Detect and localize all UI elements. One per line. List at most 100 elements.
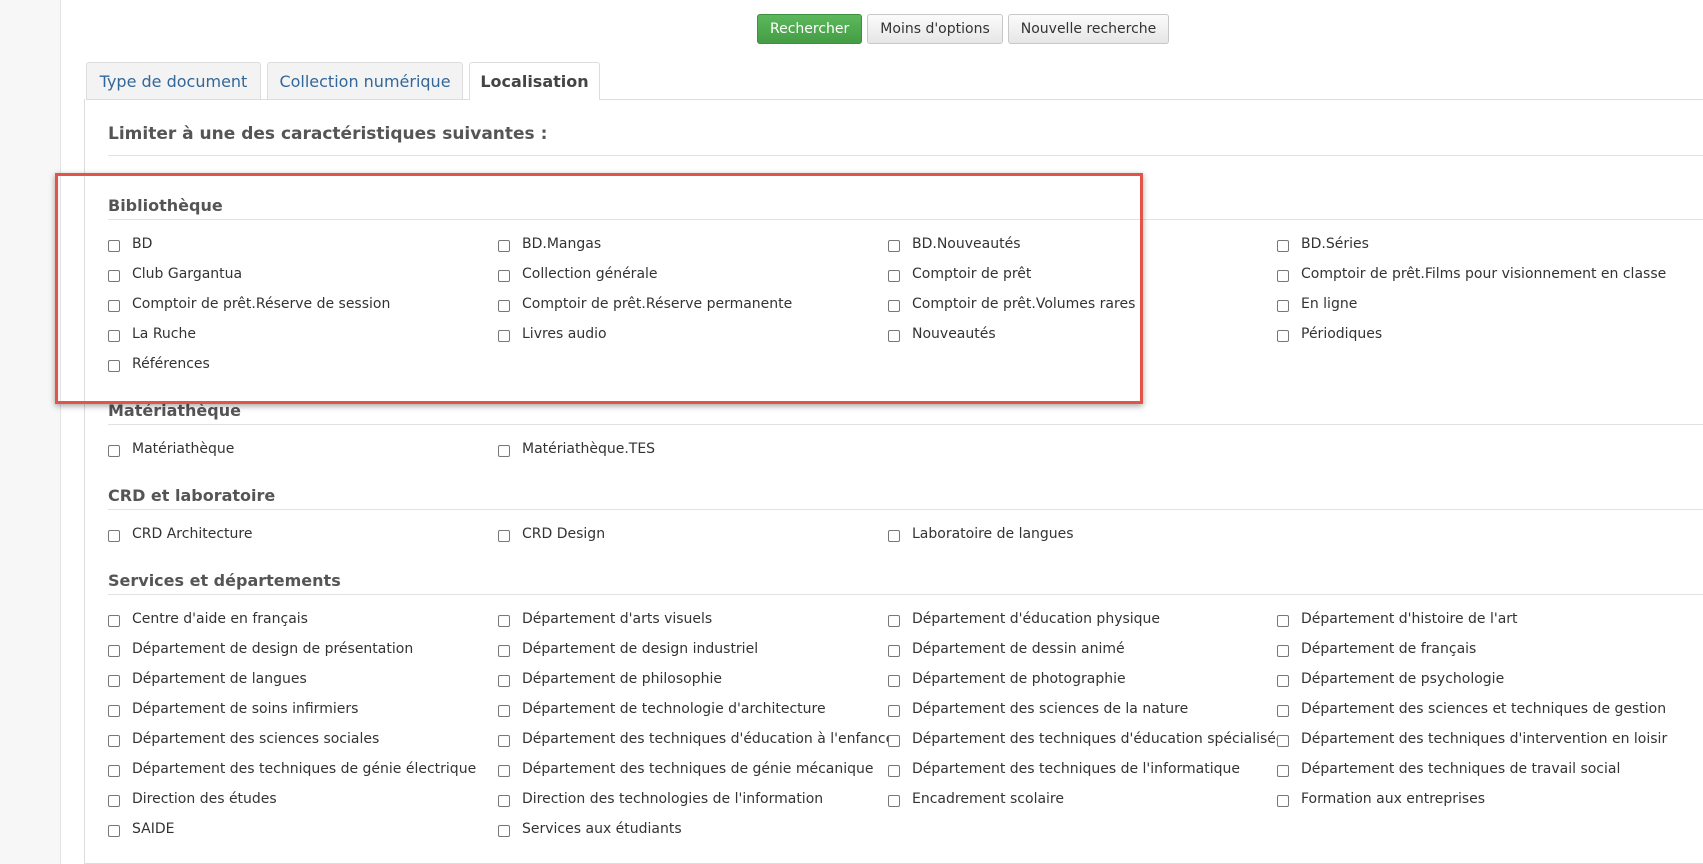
location-checkbox[interactable] — [1277, 269, 1289, 282]
location-option[interactable]: La Ruche — [108, 319, 196, 349]
location-option[interactable]: Département de psychologie — [1277, 664, 1504, 694]
location-checkbox[interactable] — [108, 734, 120, 747]
location-option[interactable]: Département de technologie d'architectur… — [498, 694, 826, 724]
location-checkbox[interactable] — [1277, 764, 1289, 777]
location-checkbox[interactable] — [1277, 644, 1289, 657]
location-option[interactable]: Département de langues — [108, 664, 307, 694]
location-checkbox[interactable] — [888, 644, 900, 657]
location-checkbox[interactable] — [108, 824, 120, 837]
location-checkbox[interactable] — [108, 359, 120, 372]
location-option[interactable]: Département de philosophie — [498, 664, 722, 694]
location-checkbox[interactable] — [108, 704, 120, 717]
location-option[interactable]: BD.Nouveautés — [888, 229, 1021, 259]
location-option[interactable]: Département de photographie — [888, 664, 1126, 694]
location-option[interactable]: Matériathèque — [108, 434, 234, 464]
location-checkbox[interactable] — [1277, 299, 1289, 312]
location-option[interactable]: Département des techniques de l'informat… — [888, 754, 1240, 784]
location-option[interactable]: SAIDE — [108, 814, 174, 844]
location-checkbox[interactable] — [888, 734, 900, 747]
location-checkbox[interactable] — [1277, 794, 1289, 807]
location-checkbox[interactable] — [498, 644, 510, 657]
location-checkbox[interactable] — [108, 444, 120, 457]
location-checkbox[interactable] — [1277, 674, 1289, 687]
location-checkbox[interactable] — [498, 529, 510, 542]
location-option[interactable]: Département des techniques d'éducation s… — [888, 724, 1285, 754]
search-button[interactable]: Rechercher — [757, 14, 863, 44]
location-option[interactable]: Laboratoire de langues — [888, 519, 1074, 549]
location-option[interactable]: Collection générale — [498, 259, 658, 289]
location-checkbox[interactable] — [108, 529, 120, 542]
location-option[interactable]: Encadrement scolaire — [888, 784, 1064, 814]
tab-digital-collection[interactable]: Collection numérique — [267, 62, 463, 99]
location-checkbox[interactable] — [108, 299, 120, 312]
location-checkbox[interactable] — [108, 239, 120, 252]
location-checkbox[interactable] — [888, 704, 900, 717]
location-option[interactable]: En ligne — [1277, 289, 1357, 319]
location-option[interactable]: BD.Mangas — [498, 229, 601, 259]
location-option[interactable]: Services aux étudiants — [498, 814, 682, 844]
location-checkbox[interactable] — [498, 269, 510, 282]
location-option[interactable]: Nouveautés — [888, 319, 996, 349]
location-option[interactable]: BD.Séries — [1277, 229, 1369, 259]
location-checkbox[interactable] — [1277, 329, 1289, 342]
tab-location[interactable]: Localisation — [469, 62, 600, 100]
location-checkbox[interactable] — [108, 329, 120, 342]
location-option[interactable]: Département de design de présentation — [108, 634, 413, 664]
location-checkbox[interactable] — [888, 329, 900, 342]
location-checkbox[interactable] — [498, 764, 510, 777]
location-option[interactable]: Département d'histoire de l'art — [1277, 604, 1518, 634]
location-option[interactable]: BD — [108, 229, 152, 259]
location-checkbox[interactable] — [1277, 614, 1289, 627]
location-option[interactable]: Département des techniques de travail so… — [1277, 754, 1620, 784]
fewer-options-button[interactable]: Moins d'options — [867, 14, 1003, 44]
location-option[interactable]: Département de design industriel — [498, 634, 758, 664]
location-checkbox[interactable] — [888, 614, 900, 627]
location-option[interactable]: Direction des études — [108, 784, 277, 814]
new-search-button[interactable]: Nouvelle recherche — [1007, 14, 1170, 44]
location-checkbox[interactable] — [498, 824, 510, 837]
location-checkbox[interactable] — [108, 269, 120, 282]
location-option[interactable]: Département des techniques d'éducation à… — [498, 724, 894, 754]
location-option[interactable]: Matériathèque.TES — [498, 434, 655, 464]
location-checkbox[interactable] — [498, 444, 510, 457]
location-checkbox[interactable] — [498, 734, 510, 747]
location-option[interactable]: Références — [108, 349, 210, 379]
location-option[interactable]: CRD Architecture — [108, 519, 252, 549]
location-option[interactable]: CRD Design — [498, 519, 605, 549]
location-checkbox[interactable] — [888, 299, 900, 312]
location-option[interactable]: Département des sciences sociales — [108, 724, 379, 754]
location-checkbox[interactable] — [888, 794, 900, 807]
location-checkbox[interactable] — [498, 239, 510, 252]
location-option[interactable]: Département des techniques de génie méca… — [498, 754, 874, 784]
location-checkbox[interactable] — [1277, 704, 1289, 717]
location-option[interactable]: Département d'arts visuels — [498, 604, 712, 634]
location-checkbox[interactable] — [108, 614, 120, 627]
location-checkbox[interactable] — [1277, 239, 1289, 252]
location-checkbox[interactable] — [108, 794, 120, 807]
location-option[interactable]: Comptoir de prêt.Réserve de session — [108, 289, 390, 319]
location-checkbox[interactable] — [888, 674, 900, 687]
location-checkbox[interactable] — [498, 329, 510, 342]
location-option[interactable]: Comptoir de prêt.Volumes rares — [888, 289, 1135, 319]
location-option[interactable]: Département des sciences et techniques d… — [1277, 694, 1666, 724]
location-checkbox[interactable] — [498, 704, 510, 717]
location-option[interactable]: Périodiques — [1277, 319, 1382, 349]
location-option[interactable]: Centre d'aide en français — [108, 604, 308, 634]
location-option[interactable]: Livres audio — [498, 319, 607, 349]
location-checkbox[interactable] — [888, 529, 900, 542]
location-checkbox[interactable] — [498, 794, 510, 807]
location-option[interactable]: Département de français — [1277, 634, 1476, 664]
location-checkbox[interactable] — [108, 764, 120, 777]
location-checkbox[interactable] — [888, 764, 900, 777]
location-checkbox[interactable] — [498, 299, 510, 312]
location-option[interactable]: Département des techniques d'interventio… — [1277, 724, 1667, 754]
location-option[interactable]: Club Gargantua — [108, 259, 242, 289]
location-checkbox[interactable] — [108, 674, 120, 687]
location-option[interactable]: Département des techniques de génie élec… — [108, 754, 476, 784]
location-checkbox[interactable] — [498, 674, 510, 687]
location-option[interactable]: Comptoir de prêt.Films pour visionnement… — [1277, 259, 1666, 289]
location-checkbox[interactable] — [108, 644, 120, 657]
tab-document-type[interactable]: Type de document — [86, 62, 261, 99]
location-option[interactable]: Comptoir de prêt.Réserve permanente — [498, 289, 792, 319]
location-checkbox[interactable] — [888, 269, 900, 282]
